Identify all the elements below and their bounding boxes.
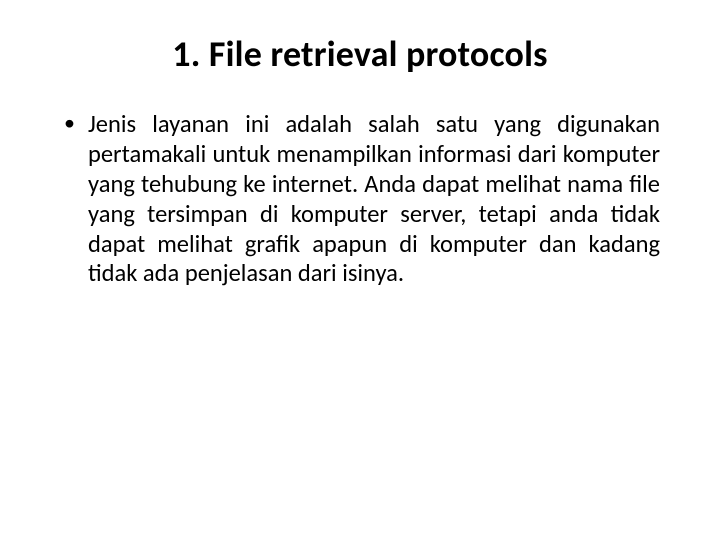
bullet-list: Jenis layanan ini adalah salah satu yang… bbox=[60, 110, 660, 289]
slide-container: 1. File retrieval protocols Jenis layana… bbox=[0, 0, 720, 540]
slide-title: 1. File retrieval protocols bbox=[60, 32, 660, 76]
list-item: Jenis layanan ini adalah salah satu yang… bbox=[60, 110, 660, 289]
